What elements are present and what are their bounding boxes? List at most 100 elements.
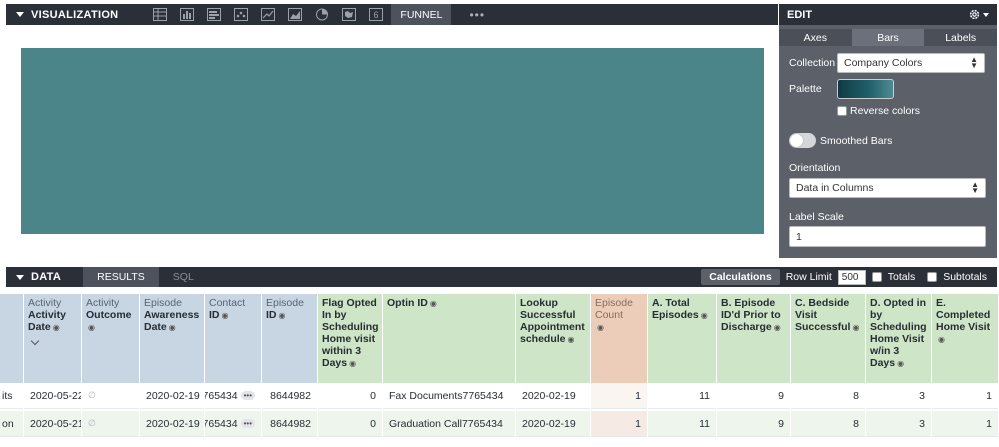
eye-icon[interactable]: ◉ [349,358,356,370]
tab-results[interactable]: RESULTS [83,267,159,287]
eye-icon[interactable]: ◉ [938,334,945,346]
table-cell[interactable]: 2020-05-22 [24,383,81,409]
collection-select[interactable]: Company Colors ▲ ▼ [837,53,985,73]
table-cell[interactable]: 3 [866,383,931,409]
sort-chevron-icon[interactable] [30,336,40,346]
column-header[interactable] [0,294,23,383]
single-value-icon[interactable]: 6 [362,4,389,25]
area-chart-icon[interactable] [281,4,308,25]
table-cell[interactable]: ∅ [82,411,139,437]
table-cell[interactable]: 11 [648,411,716,437]
eye-icon[interactable]: ◉ [88,322,95,334]
scatter-icon[interactable] [227,4,254,25]
table-cell[interactable]: 7765434••• [205,383,261,409]
column-header[interactable]: A. Total Episodes ◉ [648,294,716,383]
table-cell[interactable]: 1 [932,383,998,409]
column-header[interactable]: Flag Opted In by Scheduling Home visit w… [318,294,382,383]
eye-icon[interactable]: ◉ [701,310,708,322]
bar-chart-icon[interactable] [200,4,227,25]
column-header[interactable]: Optin ID ◉ [383,294,515,383]
table-cell[interactable]: 2020-02-19 [140,383,204,409]
table-cell[interactable]: 8644982 [262,411,317,437]
column-header[interactable]: Episode ID ◉ [262,294,317,383]
column-chart-icon[interactable] [173,4,200,25]
eye-icon[interactable]: ◉ [568,334,575,346]
calculations-button[interactable]: Calculations [701,269,780,285]
eye-icon[interactable]: ◉ [597,322,604,334]
map-icon[interactable] [335,4,362,25]
table-column: Episode ID ◉ 8644982 8644982 [262,294,318,447]
table-cell[interactable]: 8 [791,383,865,409]
table-cell[interactable]: its [0,383,23,409]
table-cell[interactable]: 0 [318,383,382,409]
table-cell[interactable]: Graduation Call7765434 [383,411,515,437]
column-field-label: B. Episode ID'd Prior to Discharge [721,297,781,333]
column-header[interactable]: Activity Outcome◉ [82,294,139,383]
palette-swatch[interactable] [837,79,894,99]
visualization-toggle[interactable]: VISUALIZATION [6,9,118,21]
column-header[interactable]: Activity Activity Date ◉ [24,294,81,383]
orientation-select[interactable]: Data in Columns ▲ ▼ [789,178,986,198]
table-cell[interactable]: 1 [591,383,647,409]
eye-icon[interactable]: ◉ [430,298,437,310]
more-options-icon[interactable]: ••• [240,391,255,400]
row-limit-input[interactable]: 500 [837,269,866,285]
table-cell[interactable]: on [0,411,23,437]
table-column: A. Total Episodes ◉ 11 11 [648,294,717,447]
funnel-tab[interactable]: FUNNEL [391,4,452,25]
column-header[interactable]: B. Episode ID'd Prior to Discharge ◉ [717,294,790,383]
table-cell[interactable]: 2020-02-19 [516,411,590,437]
cell-value: 3 [919,389,925,402]
table-cell[interactable]: 2020-02-19 [140,411,204,437]
eye-icon[interactable]: ◉ [169,322,176,334]
eye-icon[interactable]: ◉ [852,322,859,334]
eye-icon[interactable]: ◉ [222,310,229,322]
table-cell[interactable]: 1 [591,411,647,437]
more-options-icon[interactable]: ••• [469,8,485,22]
tab-axes[interactable]: Axes [779,29,852,46]
table-cell[interactable]: 9 [717,383,790,409]
column-header[interactable]: Episode Awareness Date ◉ [140,294,204,383]
eye-icon[interactable]: ◉ [897,358,904,370]
subtotals-checkbox[interactable] [927,272,938,282]
pie-chart-icon[interactable] [308,4,335,25]
row-limit-label: Row Limit [785,271,832,283]
table-column: ContactID◉7765434•••7765434••• [205,294,262,447]
table-cell[interactable]: Fax Documents7765434 [383,383,515,409]
tab-bars[interactable]: Bars [851,29,925,46]
table-icon[interactable] [146,4,173,25]
table-cell[interactable]: 7765434••• [205,411,261,437]
column-field-label: A. Total Episodes [652,297,699,321]
table-cell[interactable]: 0 [318,411,382,437]
table-cell[interactable]: 8644982 [262,383,317,409]
totals-checkbox[interactable] [871,272,882,282]
label-scale-input[interactable]: 1 [789,226,986,247]
table-cell[interactable]: 1 [932,411,998,437]
column-header[interactable]: Contact ID ◉ [205,294,261,383]
eye-icon[interactable]: ◉ [53,322,60,334]
column-header[interactable]: E. Completed Home Visit◉ [932,294,998,383]
eye-icon[interactable]: ◉ [774,322,781,334]
column-header[interactable]: D. Opted in by Scheduling Home Visit w/i… [866,294,931,383]
table-cell[interactable]: 3 [866,411,931,437]
table-cell[interactable]: 8 [791,411,865,437]
more-options-icon[interactable]: ••• [240,419,255,428]
eye-icon[interactable]: ◉ [279,310,286,322]
tab-sql[interactable]: SQL [159,267,208,287]
column-header[interactable]: Lookup Successful Appointment schedule ◉ [516,294,590,383]
cell-value: 3 [919,417,925,430]
table-cell[interactable]: 11 [648,383,716,409]
funnel-bar[interactable] [21,48,764,234]
table-cell[interactable]: ∅ [82,383,139,409]
table-cell[interactable]: 2020-02-19 [516,383,590,409]
data-toggle[interactable]: DATA [6,271,61,283]
gear-icon[interactable] [968,8,989,21]
table-cell[interactable]: 9 [717,411,790,437]
table-cell[interactable]: 2020-05-21 [24,411,81,437]
reverse-colors-checkbox[interactable] [837,106,847,116]
tab-labels[interactable]: Labels [924,29,997,46]
column-header[interactable]: C. Bedside Visit Successful ◉ [791,294,865,383]
smoothed-bars-toggle[interactable] [789,133,816,148]
column-header[interactable]: Episode Count ◉ [591,294,647,383]
line-chart-icon[interactable] [254,4,281,25]
